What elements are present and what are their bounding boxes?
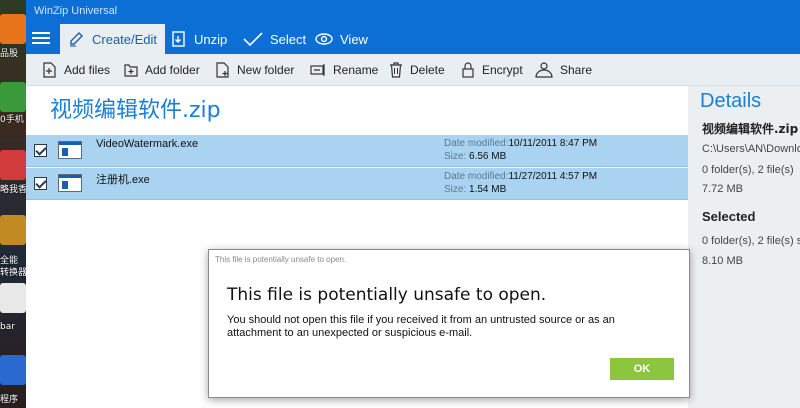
details-path: C:\Users\AN\Downlo: [702, 143, 800, 155]
desktop-icon-label: 品股: [0, 49, 19, 59]
desktop-background: 品股 0手机 略我香 全能 转换器 bar 程序: [0, 0, 26, 408]
unzip-icon: [172, 31, 185, 47]
file-checkbox[interactable]: [34, 177, 47, 190]
selected-size: 8.10 MB: [702, 255, 743, 267]
file-size: Size: 6.56 MB: [444, 151, 506, 162]
desktop-icon-label: 0手机: [0, 115, 24, 125]
add-files-button[interactable]: Add files: [42, 59, 110, 81]
tab-view[interactable]: View: [306, 24, 376, 54]
window-title: WinZip Universal: [34, 5, 118, 17]
details-size: 7.72 MB: [702, 183, 743, 195]
delete-label: Delete: [410, 63, 445, 77]
tab-select[interactable]: Select: [234, 24, 314, 54]
date-label: Date modified:: [444, 171, 509, 182]
encrypt-label: Encrypt: [482, 63, 523, 77]
details-heading: Details: [700, 90, 762, 112]
share-label: Share: [560, 63, 593, 77]
date-label: Date modified:: [444, 138, 509, 149]
file-name: 注册机.exe: [96, 174, 150, 186]
share-icon: [535, 62, 553, 78]
desktop-app-icon[interactable]: [0, 355, 26, 385]
select-checkmark-icon: [243, 32, 263, 47]
file-row[interactable]: VideoWatermark.exe Date modified:10/11/2…: [26, 135, 688, 167]
tab-unzip[interactable]: Unzip: [162, 24, 235, 54]
eye-icon: [315, 33, 333, 45]
tab-label: View: [340, 31, 368, 47]
exe-file-icon: [58, 174, 82, 192]
ok-button[interactable]: OK: [610, 358, 674, 380]
file-date-modified: Date modified:11/27/2011 4:57 PM: [444, 171, 597, 182]
desktop-app-icon[interactable]: [0, 14, 26, 44]
date-value: 10/11/2011 8:47 PM: [508, 138, 598, 149]
tab-label: Select: [270, 31, 307, 47]
hamburger-menu-icon[interactable]: [32, 29, 50, 47]
create-edit-icon: [70, 32, 83, 47]
dialog-title: This file is potentially unsafe to open.: [215, 255, 347, 264]
delete-button[interactable]: Delete: [388, 59, 445, 81]
details-zip-name: 视频编辑软件.zip: [702, 122, 799, 136]
trash-icon: [390, 62, 402, 78]
tab-create-edit[interactable]: Create/Edit: [60, 24, 166, 54]
new-folder-icon: [216, 62, 229, 78]
file-size: Size: 1.54 MB: [444, 184, 506, 195]
add-file-icon: [43, 62, 56, 78]
desktop-app-icon[interactable]: [0, 82, 26, 112]
details-pane: Details 视频编辑软件.zip C:\Users\AN\Downlo 0 …: [688, 86, 800, 408]
date-value: 11/27/2011 4:57 PM: [508, 171, 598, 182]
encrypt-button[interactable]: Encrypt: [460, 59, 523, 81]
desktop-app-icon[interactable]: [0, 150, 26, 180]
tab-label: Unzip: [194, 31, 228, 47]
file-checkbox[interactable]: [34, 144, 47, 157]
size-label: Size:: [444, 184, 467, 195]
desktop-icon-label: 程序: [0, 395, 19, 405]
new-folder-button[interactable]: New folder: [215, 59, 294, 81]
desktop-app-icon[interactable]: [0, 215, 26, 245]
rename-button[interactable]: Rename: [309, 59, 378, 81]
add-folder-button[interactable]: Add folder: [123, 59, 200, 81]
file-name: VideoWatermark.exe: [96, 138, 199, 150]
selected-counts: 0 folder(s), 2 file(s) se: [702, 235, 800, 247]
file-date-modified: Date modified:10/11/2011 8:47 PM: [444, 138, 597, 149]
file-row[interactable]: 注册机.exe Date modified:11/27/2011 4:57 PM…: [26, 168, 688, 200]
details-counts: 0 folder(s), 2 file(s): [702, 164, 794, 176]
size-value: 1.54 MB: [469, 184, 507, 195]
desktop-app-icon[interactable]: [0, 283, 26, 313]
title-bar[interactable]: WinZip Universal: [26, 0, 800, 24]
exe-file-icon: [58, 141, 82, 159]
rename-label: Rename: [333, 63, 379, 77]
size-label: Size:: [444, 151, 467, 162]
add-files-label: Add files: [64, 63, 111, 77]
desktop-icon-label: 略我香: [0, 185, 26, 195]
toolbar: Add files Add folder New folder Rename D…: [26, 54, 800, 86]
archive-title: 视频编辑软件.zip: [50, 98, 221, 123]
desktop-icon-label: bar: [0, 322, 15, 332]
new-folder-label: New folder: [237, 63, 295, 77]
rename-icon: [310, 64, 325, 76]
selected-heading: Selected: [702, 209, 756, 224]
dialog-message: You should not open this file if you rec…: [227, 314, 615, 339]
desktop-icon-label: 转换器: [0, 268, 26, 278]
tab-label: Create/Edit: [92, 31, 158, 47]
size-value: 6.56 MB: [469, 151, 507, 162]
dialog-heading: This file is potentially unsafe to open.: [227, 285, 547, 305]
add-folder-label: Add folder: [145, 63, 200, 77]
share-button[interactable]: Share: [534, 59, 592, 81]
ribbon-tab-bar: Create/Edit Unzip Select View: [26, 24, 800, 54]
add-folder-icon: [124, 64, 138, 77]
unsafe-file-dialog: This file is potentially unsafe to open.…: [208, 249, 690, 398]
lock-icon: [462, 62, 474, 78]
